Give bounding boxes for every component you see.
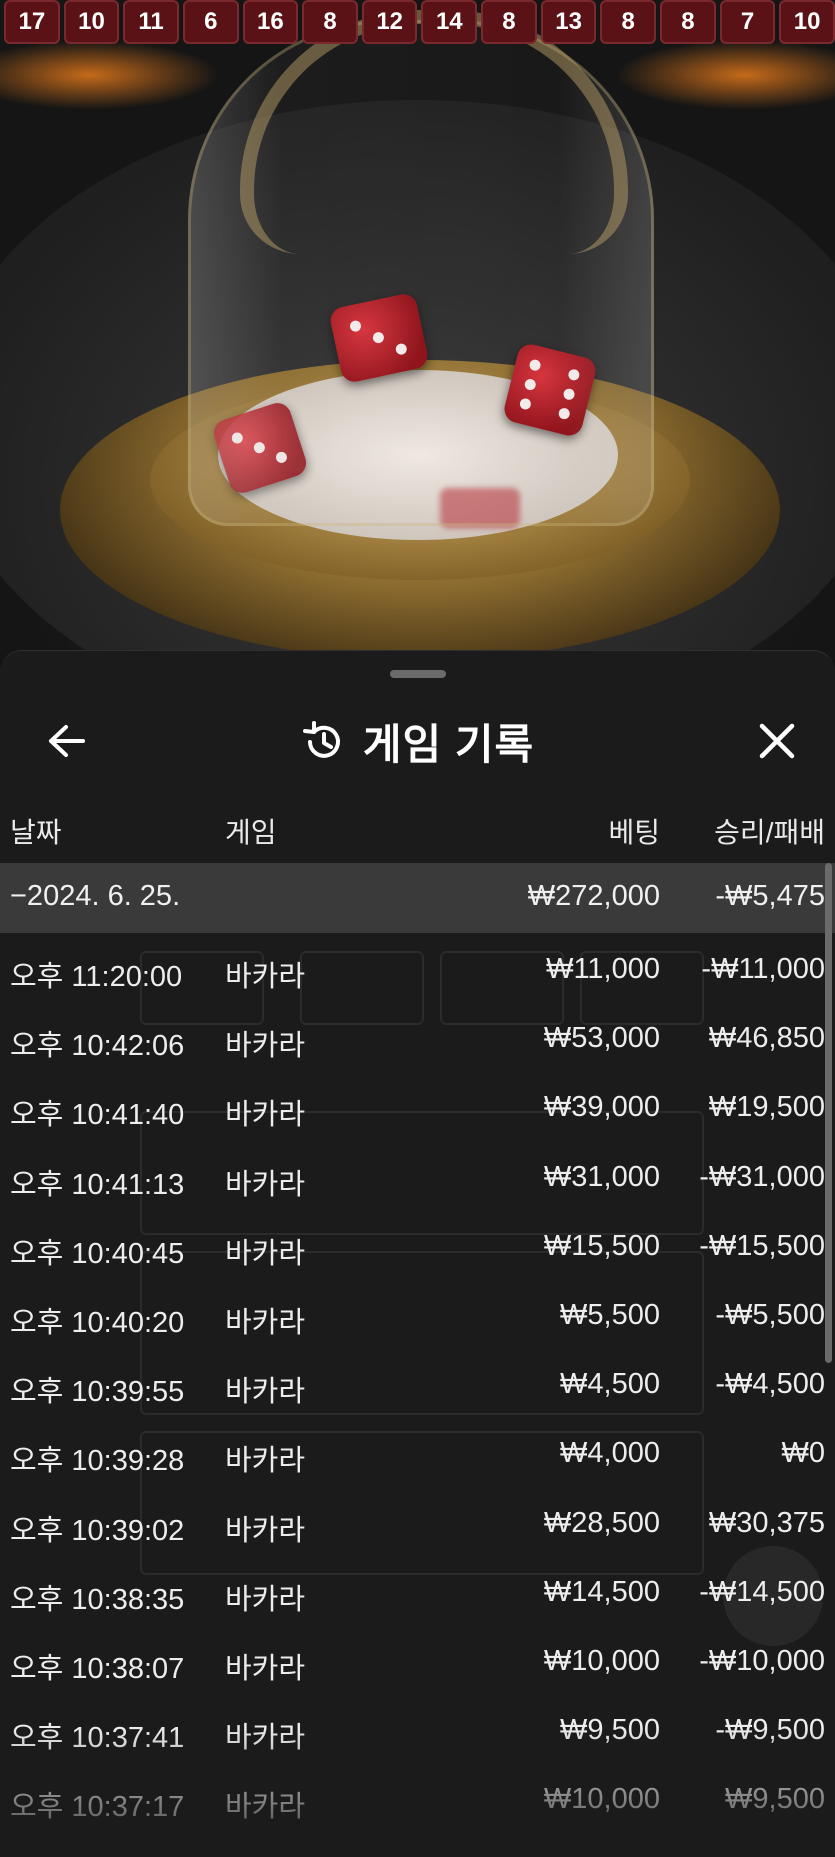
results-history-strip: 17 10 11 6 16 8 12 14 8 13 8 8 7 10 [0, 0, 835, 50]
history-row[interactable]: 오후 10:39:02 바카라 ₩28,500 ₩30,375 [0, 1487, 835, 1556]
result-chip: 13 [540, 0, 597, 44]
row-game: 바카라 [225, 1237, 306, 1270]
day-date: −2024. 6. 25. [10, 880, 181, 912]
close-icon [759, 723, 795, 759]
row-game: 바카라 [225, 1376, 306, 1409]
row-bet: ₩31,000 [543, 1160, 660, 1193]
row-time: 오후 10:40:20 [10, 1306, 185, 1339]
row-time: 오후 10:39:28 [10, 1445, 185, 1478]
row-win-loss: -₩15,500 [699, 1229, 825, 1262]
sheet-title: 게임 기록 [362, 721, 535, 768]
row-game: 바카라 [225, 1306, 306, 1339]
row-bet: ₩39,000 [543, 1091, 660, 1124]
history-row[interactable]: 오후 10:39:28 바카라 ₩4,000 ₩0 [0, 1417, 835, 1486]
row-game: 바카라 [225, 961, 306, 993]
row-win-loss: -₩10,000 [699, 1644, 825, 1677]
row-win-loss: -₩11,000 [701, 953, 825, 985]
history-row[interactable]: 오후 10:38:35 바카라 ₩14,500 -₩14,500 [0, 1556, 835, 1625]
column-header-bet: 베팅 [608, 817, 660, 848]
row-game: 바카라 [225, 1583, 306, 1616]
sheet-header: 게임 기록 [0, 699, 835, 779]
result-chip: 8 [600, 0, 657, 44]
row-game: 바카라 [225, 1445, 306, 1478]
result-chip: 7 [719, 0, 776, 44]
sheet-grabber[interactable] [390, 670, 446, 678]
result-chip: 8 [302, 0, 358, 44]
row-win-loss: ₩46,850 [708, 1022, 825, 1055]
row-win-loss: -₩5,500 [715, 1298, 825, 1331]
row-bet: ₩4,500 [560, 1368, 660, 1401]
row-time: 오후 11:20:00 [10, 961, 183, 993]
history-row[interactable]: 오후 10:39:55 바카라 ₩4,500 -₩4,500 [0, 1348, 835, 1417]
row-game: 바카라 [225, 1652, 306, 1685]
result-chip: 11 [123, 0, 179, 44]
history-row[interactable]: 오후 10:41:40 바카라 ₩39,000 ₩19,500 [0, 1071, 835, 1140]
scrollbar[interactable] [825, 863, 832, 1363]
history-row[interactable]: 오후 10:41:13 바카라 ₩31,000 -₩31,000 [0, 1141, 835, 1210]
history-row[interactable]: 오후 10:40:20 바카라 ₩5,500 -₩5,500 [0, 1279, 835, 1348]
close-button[interactable] [749, 713, 805, 769]
background-light [0, 40, 220, 110]
history-row[interactable]: 오후 11:20:00 바카라 ₩11,000 -₩11,000 [0, 933, 835, 1002]
result-chip: 6 [182, 0, 239, 44]
live-video-feed [0, 0, 835, 660]
column-header-date: 날짜 [10, 817, 62, 848]
history-icon [302, 720, 340, 758]
row-time: 오후 10:41:13 [10, 1168, 185, 1201]
result-chip: 10 [63, 0, 120, 44]
row-win-loss: -₩4,500 [715, 1368, 825, 1401]
row-win-loss: -₩31,000 [699, 1160, 825, 1193]
result-chip: 14 [421, 0, 478, 44]
row-game: 바카라 [225, 1099, 306, 1132]
row-bet: ₩15,500 [543, 1229, 660, 1262]
history-row[interactable]: 오후 10:40:45 바카라 ₩15,500 -₩15,500 [0, 1210, 835, 1279]
row-win-loss: ₩30,375 [708, 1506, 825, 1539]
result-chip: 17 [4, 0, 60, 44]
sheet-title-group: 게임 기록 [0, 711, 835, 772]
floating-button[interactable] [723, 1546, 823, 1646]
row-bet: ₩5,500 [560, 1298, 660, 1331]
column-headers: 날짜 게임 베팅 승리/패배 [0, 803, 835, 853]
row-bet: ₩4,000 [560, 1437, 660, 1470]
row-bet: ₩53,000 [543, 1022, 660, 1055]
history-row[interactable]: 오후 10:38:07 바카라 ₩10,000 -₩10,000 [0, 1625, 835, 1694]
row-win-loss: ₩0 [781, 1437, 826, 1470]
result-chip: 8 [660, 0, 716, 44]
row-bet: ₩11,000 [546, 953, 660, 985]
day-bet-total: ₩272,000 [527, 880, 660, 912]
row-time: 오후 10:41:40 [10, 1099, 185, 1132]
row-game: 바카라 [225, 1514, 306, 1547]
day-group-row[interactable]: −2024. 6. 25. ₩272,000 -₩5,475 [0, 863, 835, 933]
background-light [615, 40, 835, 110]
row-game: 바카라 [225, 1030, 306, 1063]
history-row[interactable]: 오후 10:42:06 바카라 ₩53,000 ₩46,850 [0, 1002, 835, 1071]
result-chip: 8 [481, 0, 537, 44]
result-chip: 10 [779, 0, 835, 44]
row-time: 오후 10:38:07 [10, 1652, 185, 1685]
row-time: 오후 10:39:02 [10, 1514, 185, 1547]
history-list: 오후 11:20:00 바카라 ₩11,000 -₩11,000 오후 10:42:06… [0, 933, 835, 1832]
row-time: 오후 10:40:45 [10, 1237, 185, 1270]
day-win-loss-total: -₩5,475 [715, 880, 825, 912]
result-chip: 12 [361, 0, 418, 44]
row-time: 오후 10:39:55 [10, 1376, 185, 1409]
row-bet: ₩28,500 [543, 1506, 660, 1539]
result-chip: 16 [242, 0, 299, 44]
row-win-loss: ₩19,500 [708, 1091, 825, 1124]
row-time: 오후 10:38:35 [10, 1583, 185, 1616]
row-time: 오후 10:42:06 [10, 1030, 185, 1063]
row-game: 바카라 [225, 1168, 306, 1201]
bottom-fade [0, 1727, 835, 1857]
column-header-game: 게임 [225, 817, 277, 848]
row-bet: ₩10,000 [543, 1644, 660, 1677]
row-bet: ₩14,500 [543, 1575, 660, 1608]
column-header-win-loss: 승리/패배 [714, 817, 825, 848]
game-history-sheet: 게임 기록 날짜 게임 베팅 승리/패배 −2024. 6. 25. ₩272,… [0, 650, 835, 1857]
